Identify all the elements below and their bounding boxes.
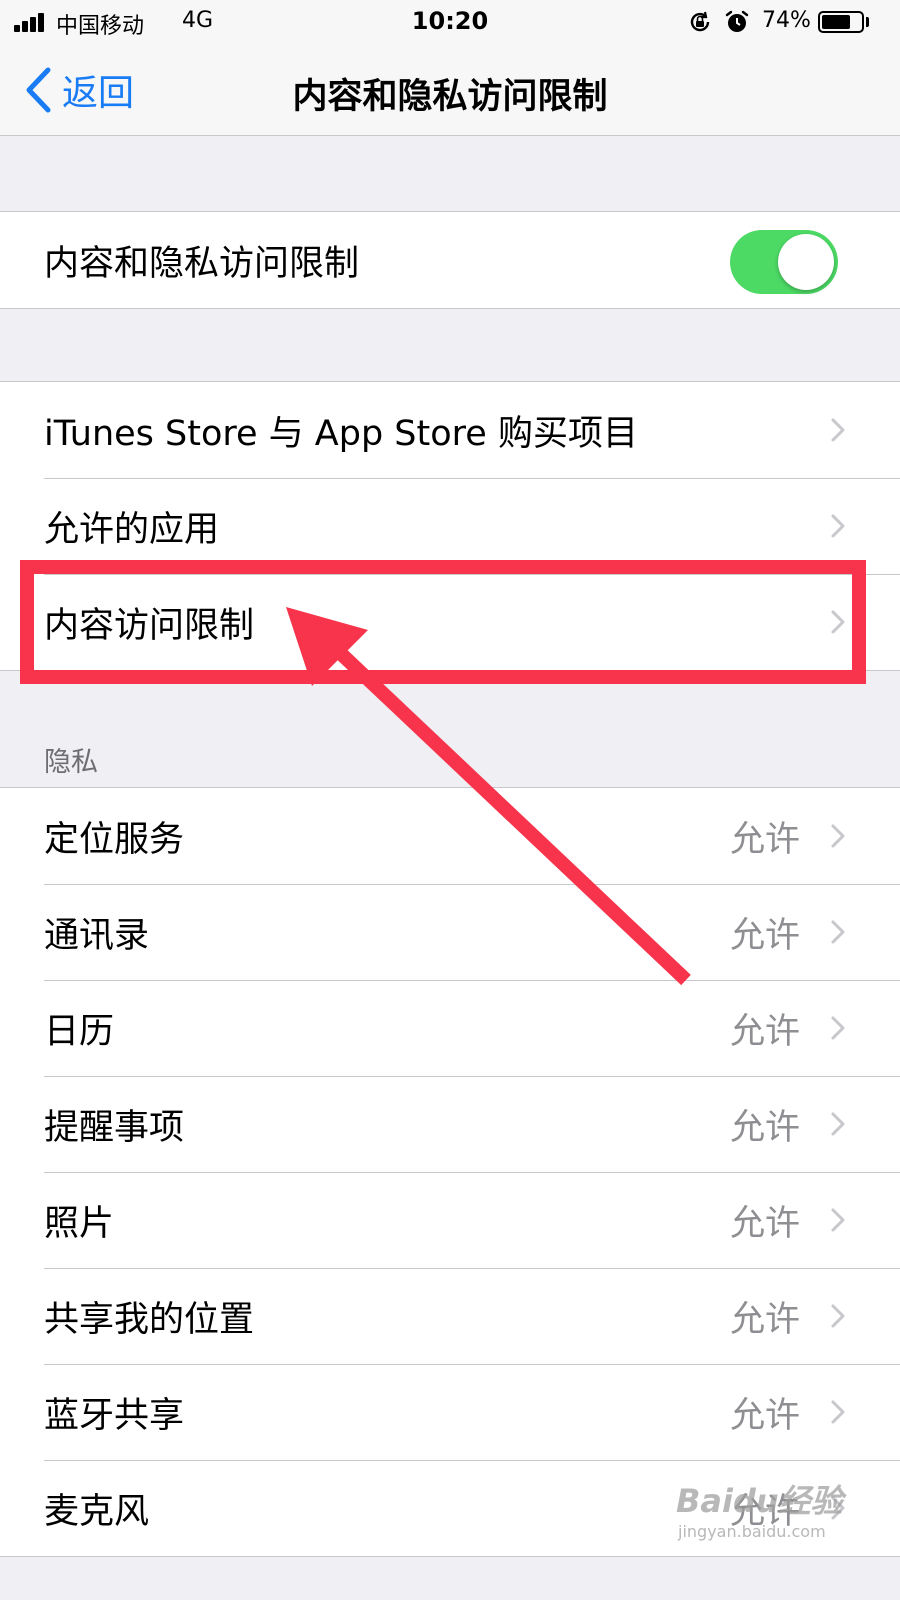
row-label: 共享我的位置 (44, 1299, 255, 1340)
row-label: 提醒事项 (44, 1107, 185, 1148)
row-value: 允许 (729, 1203, 800, 1244)
row-label: 照片 (44, 1203, 115, 1244)
row-value: 允许 (729, 915, 800, 956)
chevron-right-icon (831, 824, 845, 848)
master-toggle-row: 内容和隐私访问限制 (0, 212, 900, 308)
list-item-calendars[interactable]: 日历 允许 (0, 980, 900, 1076)
row-value: 允许 (729, 1107, 800, 1148)
row-label: iTunes Store 与 App Store 购买项目 (44, 413, 638, 454)
row-value: 允许 (729, 1299, 800, 1340)
chevron-right-icon (831, 1208, 845, 1232)
alarm-icon (725, 10, 749, 32)
chevron-right-icon (831, 1016, 845, 1040)
row-label: 定位服务 (44, 819, 185, 860)
battery-tip (866, 17, 869, 27)
row-label: 内容和隐私访问限制 (44, 243, 360, 284)
row-label: 通讯录 (44, 915, 150, 956)
chevron-right-icon (831, 418, 845, 442)
chevron-right-icon (831, 1112, 845, 1136)
list-item-bluetooth-sharing[interactable]: 蓝牙共享 允许 (0, 1364, 900, 1460)
status-bar: 中国移动 4G 10:20 74% (0, 0, 900, 46)
list-item-reminders[interactable]: 提醒事项 允许 (0, 1076, 900, 1172)
list-item-content-restrictions[interactable]: 内容访问限制 (0, 574, 900, 670)
chevron-right-icon (831, 514, 845, 538)
list-item-photos[interactable]: 照片 允许 (0, 1172, 900, 1268)
row-label: 麦克风 (44, 1491, 150, 1532)
row-label: 允许的应用 (44, 509, 220, 550)
row-label: 内容访问限制 (44, 605, 255, 646)
row-value: 允许 (729, 1011, 800, 1052)
battery-icon (818, 11, 864, 33)
chevron-right-icon (831, 610, 845, 634)
list-item-share-my-location[interactable]: 共享我的位置 允许 (0, 1268, 900, 1364)
watermark-brand: Baidu经验 (676, 1482, 843, 1520)
row-value: 允许 (729, 819, 800, 860)
battery-percent: 74% (762, 8, 811, 33)
row-label: 日历 (44, 1011, 115, 1052)
list-item-itunes-app-store-purchases[interactable]: iTunes Store 与 App Store 购买项目 (0, 382, 900, 478)
watermark-url: jingyan.baidu.com (678, 1522, 826, 1541)
navigation-bar: 返回 内容和隐私访问限制 (0, 46, 900, 136)
toggle-knob (778, 234, 834, 290)
row-value: 允许 (729, 1395, 800, 1436)
chevron-right-icon (831, 1304, 845, 1328)
watermark: Baidu经验 jingyan.baidu.com (676, 1476, 843, 1541)
list-item-allowed-apps[interactable]: 允许的应用 (0, 478, 900, 574)
orientation-lock-icon (690, 11, 710, 32)
battery-fill (822, 15, 851, 29)
list-item-contacts[interactable]: 通讯录 允许 (0, 884, 900, 980)
restrictions-toggle[interactable] (730, 230, 838, 294)
row-label: 蓝牙共享 (44, 1395, 185, 1436)
section-header-privacy: 隐私 (44, 747, 98, 778)
page-title: 内容和隐私访问限制 (292, 77, 608, 117)
chevron-right-icon (831, 920, 845, 944)
list-item-location-services[interactable]: 定位服务 允许 (0, 788, 900, 884)
privacy-group: 定位服务 允许 通讯录 允许 日历 允许 提醒事项 允许 照片 允许 共享我的位… (0, 787, 900, 1557)
chevron-right-icon (831, 1400, 845, 1424)
master-toggle-group: 内容和隐私访问限制 (0, 211, 900, 309)
restrictions-group: iTunes Store 与 App Store 购买项目 允许的应用 内容访问… (0, 381, 900, 671)
